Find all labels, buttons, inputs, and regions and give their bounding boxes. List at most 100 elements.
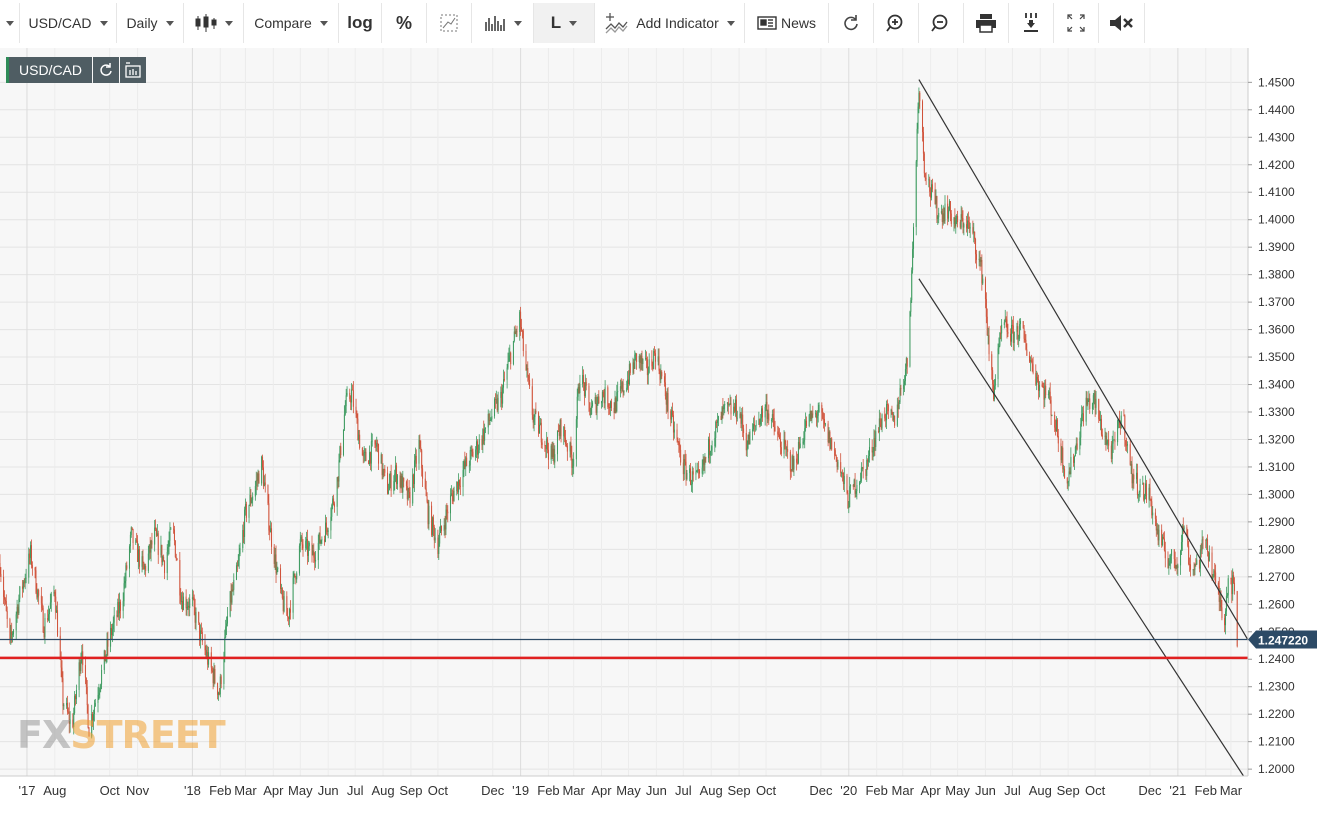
x-tick-label: Oct bbox=[756, 783, 777, 798]
candle-body bbox=[369, 452, 371, 465]
candle-body bbox=[249, 494, 251, 506]
candle-body bbox=[440, 525, 442, 531]
candle-body bbox=[526, 368, 528, 370]
candle-body bbox=[352, 390, 354, 407]
candle-body bbox=[251, 500, 253, 503]
candle-body bbox=[1054, 414, 1056, 428]
candle-body bbox=[998, 345, 1000, 349]
candle-body bbox=[74, 695, 76, 713]
candle-body bbox=[547, 449, 549, 460]
candle-body bbox=[1201, 539, 1203, 551]
x-tick-label: May bbox=[288, 783, 313, 798]
candle-body bbox=[540, 422, 542, 443]
candle-body bbox=[1057, 435, 1059, 444]
refresh-icon bbox=[100, 63, 112, 76]
reload-series-button[interactable] bbox=[93, 57, 120, 83]
candle-body bbox=[180, 595, 182, 602]
candle-body bbox=[972, 227, 974, 233]
candle-body bbox=[967, 220, 969, 222]
candle-body bbox=[98, 692, 100, 695]
candle-body bbox=[163, 556, 165, 562]
candle-body bbox=[1069, 471, 1071, 475]
price-chart[interactable]: 1.20001.21001.22001.23001.24001.25001.26… bbox=[0, 0, 1317, 815]
candle-body bbox=[601, 391, 603, 402]
candle-body bbox=[342, 429, 344, 456]
candle-body bbox=[803, 439, 805, 442]
candle-body bbox=[469, 450, 471, 466]
candle-body bbox=[1198, 559, 1200, 569]
candle-body bbox=[1180, 551, 1182, 566]
candle-body bbox=[489, 420, 491, 421]
candle-body bbox=[728, 404, 730, 406]
candle-body bbox=[449, 495, 451, 514]
candle-body bbox=[174, 540, 176, 558]
candle-body bbox=[405, 481, 407, 487]
candle-body bbox=[922, 101, 924, 133]
candle-body bbox=[685, 461, 687, 480]
candle-body bbox=[344, 406, 346, 415]
candle-body bbox=[371, 440, 373, 442]
candle-body bbox=[1114, 439, 1116, 443]
candle-body bbox=[365, 451, 367, 461]
candle-body bbox=[804, 428, 806, 440]
candle-body bbox=[148, 544, 150, 554]
candle-body bbox=[1095, 398, 1097, 408]
candle-body bbox=[647, 372, 649, 376]
candle-body bbox=[955, 221, 957, 227]
candle-body bbox=[1162, 537, 1164, 539]
candle-body bbox=[824, 423, 826, 425]
candle-body bbox=[49, 602, 51, 609]
candle-body bbox=[661, 371, 663, 377]
candle-body bbox=[634, 354, 636, 369]
candle-body bbox=[601, 401, 603, 404]
candle-body bbox=[55, 596, 57, 613]
candle-body bbox=[10, 631, 12, 639]
candle-body bbox=[508, 355, 510, 362]
x-tick-label: '18 bbox=[184, 783, 201, 798]
candle-body bbox=[569, 442, 571, 452]
candle-body bbox=[425, 488, 427, 497]
candle-body bbox=[380, 454, 382, 464]
candle-body bbox=[747, 434, 749, 449]
candle-body bbox=[875, 431, 877, 447]
candle-body bbox=[333, 503, 335, 507]
candle-body bbox=[295, 576, 297, 580]
series-settings-button[interactable] bbox=[120, 57, 147, 83]
candle-body bbox=[1188, 545, 1190, 565]
candle-body bbox=[1130, 463, 1132, 465]
candle-body bbox=[0, 563, 1, 575]
candle-body bbox=[942, 213, 944, 222]
candle-body bbox=[1219, 597, 1221, 602]
x-tick-label: Feb bbox=[865, 783, 887, 798]
candle-body bbox=[164, 561, 166, 574]
candle-body bbox=[911, 270, 913, 301]
y-tick-label: 1.2300 bbox=[1258, 680, 1295, 694]
candle-body bbox=[452, 494, 454, 502]
candle-body bbox=[1162, 537, 1164, 545]
candle-body bbox=[1012, 325, 1014, 343]
candle-body bbox=[859, 480, 861, 483]
candle-body bbox=[1004, 318, 1006, 323]
candle-body bbox=[118, 602, 120, 614]
candle-body bbox=[1195, 563, 1197, 565]
candle-body bbox=[513, 331, 515, 341]
candle-body bbox=[1173, 549, 1175, 559]
candle-body bbox=[63, 705, 65, 707]
candle-body bbox=[780, 447, 782, 454]
candle-body bbox=[200, 630, 202, 632]
candle-body bbox=[1129, 444, 1131, 465]
candle-body bbox=[502, 387, 504, 404]
candle-body bbox=[318, 532, 320, 543]
candle-body bbox=[292, 577, 294, 613]
candle-body bbox=[573, 459, 575, 467]
candle-body bbox=[1045, 385, 1047, 396]
candle-body bbox=[1206, 539, 1208, 541]
x-tick-label: Aug bbox=[371, 783, 394, 798]
candle-body bbox=[837, 462, 839, 467]
candle-body bbox=[288, 617, 290, 620]
candle-body bbox=[512, 340, 514, 365]
candle-body bbox=[627, 379, 629, 388]
candle-body bbox=[821, 404, 823, 413]
candle-body bbox=[11, 631, 13, 635]
candle-body bbox=[815, 413, 817, 415]
